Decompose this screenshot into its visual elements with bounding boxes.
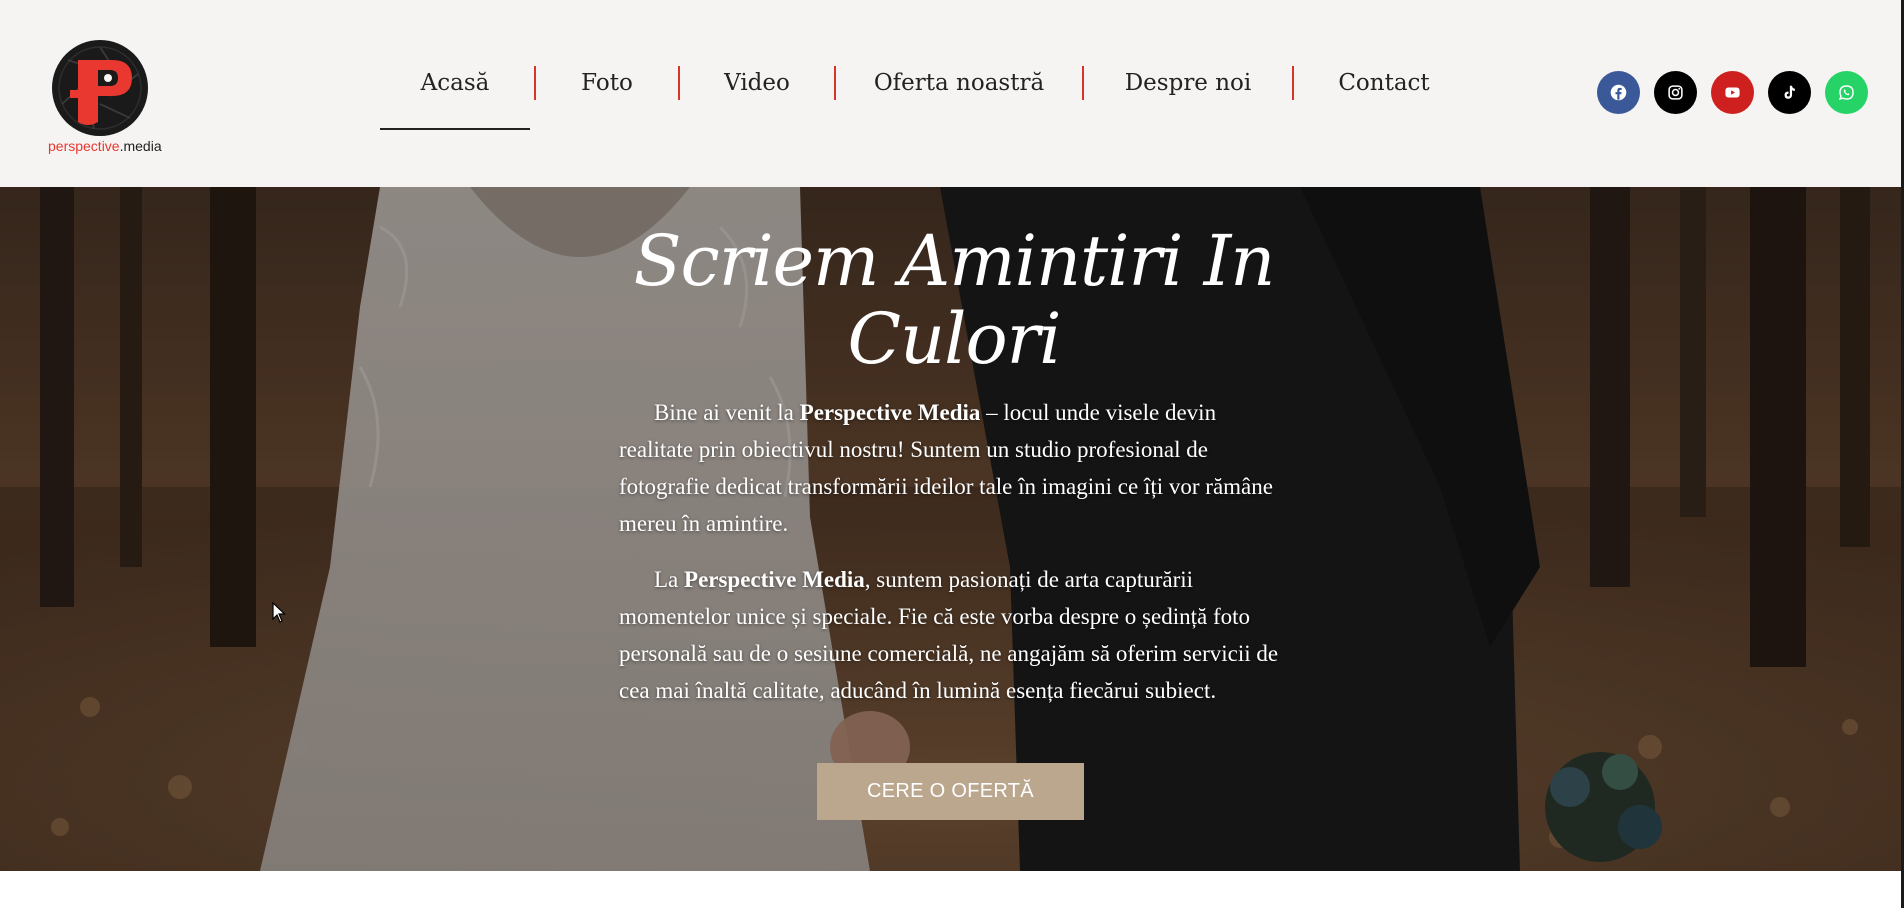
nav-item-oferta[interactable]: Oferta noastră — [836, 66, 1082, 128]
hero-title: Scriem Amintiri In Culori — [633, 220, 1276, 380]
nav-item-acasa[interactable]: Acasă — [380, 66, 530, 130]
main-nav: Acasă Foto Video Oferta noastră Despre n… — [380, 66, 1474, 130]
brand-name-part1: perspective — [48, 138, 120, 154]
tiktok-button[interactable] — [1768, 71, 1811, 114]
youtube-button[interactable] — [1711, 71, 1754, 114]
brand-name-part2: .media — [119, 138, 162, 154]
page-content-start — [0, 871, 1904, 908]
instagram-button[interactable] — [1654, 71, 1697, 114]
hero-section: Scriem Amintiri In Culori Bine ai venit … — [0, 187, 1904, 871]
request-offer-button[interactable]: CERE O OFERTĂ — [817, 763, 1084, 820]
brand-wordmark: perspective.media — [48, 138, 162, 154]
nav-label: Video — [724, 70, 790, 96]
nav-item-video[interactable]: Video — [680, 66, 834, 128]
nav-label: Contact — [1338, 70, 1430, 96]
nav-item-foto[interactable]: Foto — [536, 66, 678, 128]
mouse-cursor-icon — [272, 602, 286, 623]
whatsapp-icon — [1838, 85, 1854, 101]
hero-content: Scriem Amintiri In Culori Bine ai venit … — [619, 222, 1289, 728]
brand-logo[interactable]: perspective.media — [48, 38, 162, 156]
social-links — [1597, 71, 1868, 114]
camera-aperture-p-logo-icon — [52, 40, 148, 136]
about-brand-name: Perspective Media — [684, 567, 865, 592]
intro-brand-name: Perspective Media — [799, 400, 981, 425]
nav-label: Acasă — [420, 70, 490, 96]
about-text-start: La — [654, 567, 685, 592]
nav-label: Foto — [581, 70, 633, 96]
nav-item-despre[interactable]: Despre noi — [1084, 66, 1292, 128]
site-header: perspective.media Acasă Foto Video Ofert… — [0, 0, 1904, 187]
intro-text-start: Bine ai venit la — [654, 400, 800, 425]
nav-item-contact[interactable]: Contact — [1294, 66, 1474, 128]
whatsapp-button[interactable] — [1825, 71, 1868, 114]
youtube-icon — [1725, 87, 1740, 98]
hero-intro-paragraph: Bine ai venit la Perspective Media – loc… — [619, 394, 1289, 542]
tiktok-icon — [1784, 85, 1795, 99]
nav-label: Despre noi — [1124, 70, 1252, 96]
facebook-button[interactable] — [1597, 71, 1640, 114]
instagram-icon — [1668, 85, 1683, 100]
facebook-icon — [1610, 84, 1627, 101]
nav-label: Oferta noastră — [873, 70, 1045, 96]
hero-about-paragraph: La Perspective Media, suntem pasionați d… — [619, 561, 1289, 709]
